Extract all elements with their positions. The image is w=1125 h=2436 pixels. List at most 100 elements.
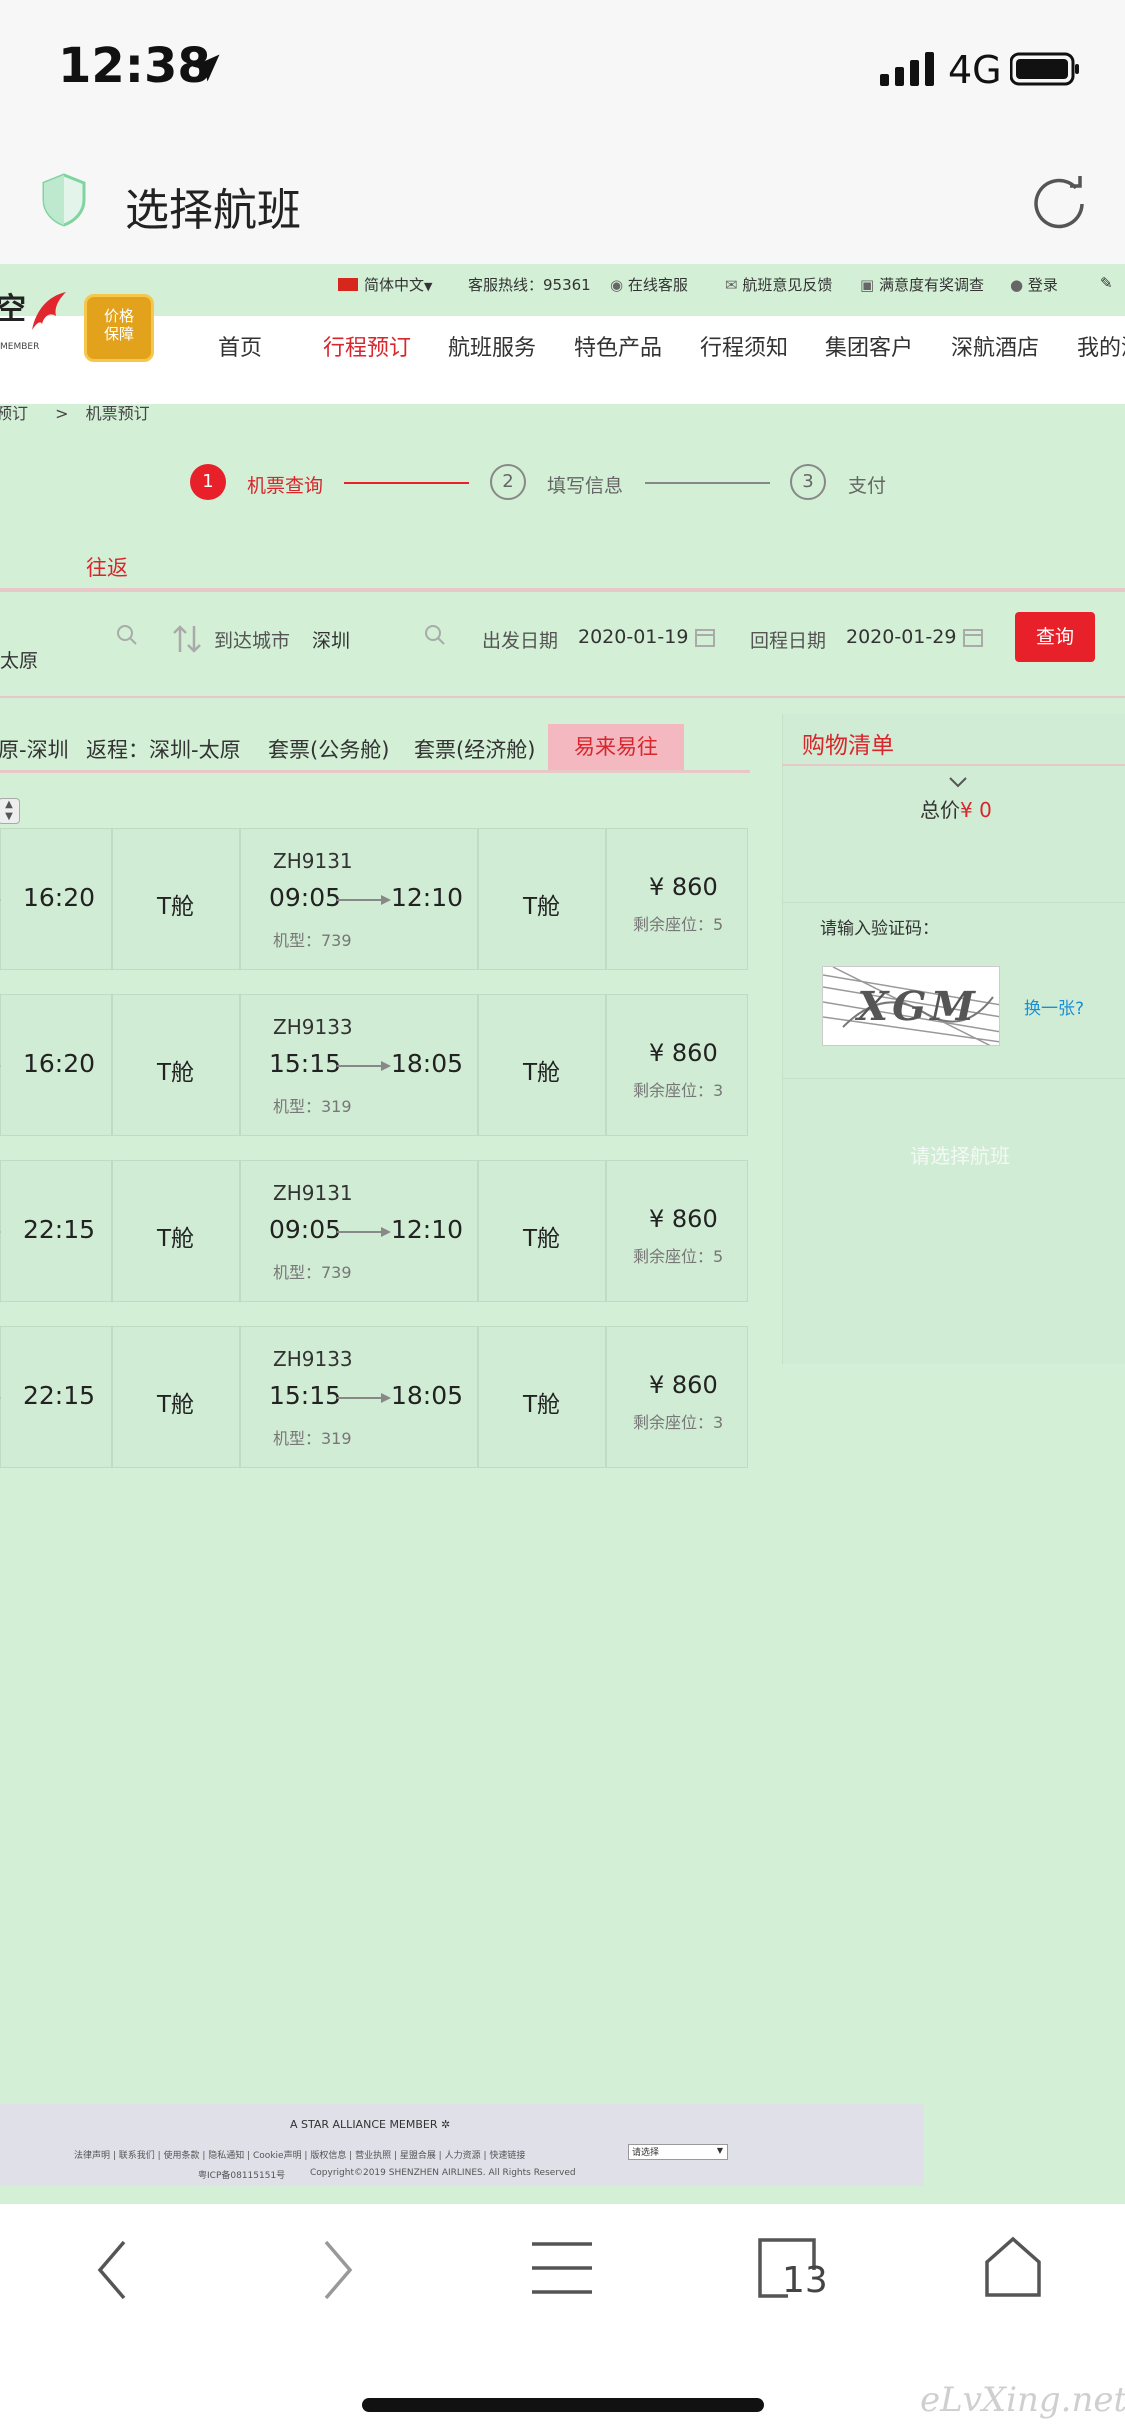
calendar-icon[interactable]	[694, 626, 716, 648]
arrival-time: 18:05	[391, 1049, 464, 1078]
divider	[0, 696, 1125, 698]
cabin-cell: T舱	[478, 994, 606, 1136]
nav-my-account[interactable]: 我的深	[1077, 330, 1125, 362]
headset-icon: ◉	[610, 276, 624, 294]
caret-down-icon: ▼	[424, 280, 433, 293]
search-icon	[425, 625, 445, 645]
online-service-link[interactable]: ◉ 在线客服	[610, 274, 688, 295]
step-1-label: 机票查询	[247, 475, 324, 497]
step-3-circle: 3	[790, 464, 826, 500]
table-row[interactable]: 22:15 T舱 ZH9133 15:15 18:05 机型：319 T舱 ¥ …	[0, 1326, 748, 1468]
cart-total-value: ¥ 0	[960, 798, 992, 822]
menu-icon[interactable]	[530, 2240, 594, 2296]
step-connector	[645, 482, 770, 484]
feedback-link[interactable]: ✉ 航班意见反馈	[725, 274, 832, 295]
prev-cabin-cell: T舱	[112, 828, 240, 970]
price-cell[interactable]: ¥ 860 剩余座位：5	[606, 1160, 748, 1302]
cabin-cell: T舱	[478, 828, 606, 970]
captcha-text: XGM	[852, 983, 984, 1030]
tab-economy-package[interactable]: 套票(经济舱)	[414, 734, 535, 764]
airline-logo-icon	[32, 292, 66, 330]
price-cell[interactable]: ¥ 860 剩余座位：5	[606, 828, 748, 970]
breadcrumb: 预订 > 机票预订	[0, 400, 150, 424]
page-title: 选择航班	[125, 185, 301, 236]
table-row[interactable]: 22:15 T舱 ZH9131 09:05 12:10 机型：739 T舱 ¥ …	[0, 1160, 748, 1302]
divider	[782, 1078, 1125, 1079]
flight-info-cell: ZH9131 09:05 12:10 机型：739	[240, 828, 478, 970]
flight-number: ZH9131	[273, 849, 353, 873]
footer-links[interactable]: 法律声明 | 联系我们 | 使用条款 | 隐私通知 | Cookie声明 | 版…	[74, 2148, 525, 2161]
from-city-value[interactable]: 太原	[0, 646, 38, 673]
watermark: eLvXing.net	[920, 2380, 1125, 2420]
trip-type-roundtrip[interactable]: 往返	[86, 552, 128, 582]
remaining-seats: 剩余座位：3	[633, 1413, 724, 1432]
price: ¥ 860	[649, 1371, 718, 1399]
table-row[interactable]: 16:20 T舱 ZH9133 15:15 18:05 机型：319 T舱 ¥ …	[0, 994, 748, 1136]
table-row[interactable]: 16:20 T舱 ZH9131 09:05 12:10 机型：739 T舱 ¥ …	[0, 828, 748, 970]
back-icon[interactable]	[92, 2238, 132, 2302]
survey-link[interactable]: ▣ 满意度有奖调查	[860, 274, 984, 295]
cart-title: 购物清单	[802, 733, 894, 759]
flight-info-cell: ZH9133 15:15 18:05 机型：319	[240, 1326, 478, 1468]
login-link[interactable]: ● 登录	[1010, 274, 1058, 295]
nav-travel-notes[interactable]: 行程须知	[700, 330, 788, 362]
language-selector[interactable]: 简体中文▼	[338, 274, 432, 295]
home-icon[interactable]	[984, 2236, 1042, 2298]
captcha-image: XGM	[822, 966, 1000, 1046]
quick-links-select[interactable]: 请选择 ▼	[628, 2144, 728, 2160]
to-city-value[interactable]: 深圳	[312, 626, 350, 653]
nav-home[interactable]: 首页	[218, 330, 262, 362]
departure-time: 15:15	[269, 1381, 342, 1410]
arrival-time: 12:10	[391, 883, 464, 912]
nav-products[interactable]: 特色产品	[574, 330, 662, 362]
refresh-captcha-link[interactable]: 换一张?	[1024, 994, 1084, 1019]
nav-corporate[interactable]: 集团客户	[825, 330, 913, 362]
search-icon	[117, 625, 137, 645]
remaining-seats: 剩余座位：3	[633, 1081, 724, 1100]
divider	[782, 902, 1125, 903]
user-icon: ●	[1010, 276, 1024, 294]
tab-return[interactable]: 返程：深圳-太原	[86, 734, 241, 764]
home-indicator[interactable]	[362, 2398, 764, 2412]
return-date-value[interactable]: 2020-01-29	[846, 626, 956, 648]
prev-cabin-cell: T舱	[112, 1326, 240, 1468]
tab-underline	[0, 770, 750, 773]
depart-date-value[interactable]: 2020-01-19	[578, 626, 688, 648]
step-1-circle: 1	[190, 464, 226, 500]
caret-down-icon: ▼	[716, 2146, 723, 2155]
aircraft-type: 机型：319	[273, 1429, 352, 1448]
reload-icon[interactable]	[1030, 172, 1088, 230]
nav-flight-service[interactable]: 航班服务	[448, 330, 536, 362]
price-cell[interactable]: ¥ 860 剩余座位：3	[606, 1326, 748, 1468]
icp-number: 粤ICP备08115151号	[198, 2171, 286, 2181]
price-cell[interactable]: ¥ 860 剩余座位：3	[606, 994, 748, 1136]
breadcrumb-prev[interactable]: 预订	[0, 404, 28, 423]
search-button[interactable]: 查询	[1015, 612, 1095, 662]
swap-cities-icon[interactable]	[170, 622, 204, 656]
calendar-icon[interactable]	[962, 626, 984, 648]
remaining-seats: 剩余座位：5	[633, 915, 724, 934]
copyright: Copyright©2019 SHENZHEN AIRLINES. All Ri…	[310, 2168, 576, 2178]
tab-business-package[interactable]: 套票(公务舱)	[268, 734, 389, 764]
sort-spinner-icon[interactable]: ▲ ▼	[0, 798, 20, 824]
forward-icon[interactable]	[318, 2238, 358, 2302]
cart-empty-hint: 请选择航班	[910, 1144, 1010, 1168]
tab-easy-travel[interactable]: 易来易往	[548, 724, 684, 770]
remaining-seats: 剩余座位：5	[633, 1247, 724, 1266]
tabs-count: 13	[782, 2260, 828, 2301]
edit-icon[interactable]: ✎	[1100, 274, 1113, 292]
chevron-down-icon[interactable]	[948, 776, 968, 788]
tabs-button[interactable]: 13	[758, 2238, 828, 2301]
aircraft-type: 机型：319	[273, 1097, 352, 1116]
to-city-label: 到达城市	[214, 630, 291, 652]
prev-flight-cell: 22:15	[0, 1326, 112, 1468]
prev-cabin-cell: T舱	[112, 994, 240, 1136]
price: ¥ 860	[649, 1039, 718, 1067]
tab-outbound[interactable]: 原-深圳	[0, 734, 69, 764]
divider	[782, 764, 1125, 766]
nav-booking[interactable]: 行程预订	[323, 330, 411, 362]
flight-number: ZH9131	[273, 1181, 353, 1205]
cabin-cell: T舱	[478, 1160, 606, 1302]
shield-icon[interactable]	[40, 172, 88, 228]
nav-hotel[interactable]: 深航酒店	[951, 330, 1039, 362]
